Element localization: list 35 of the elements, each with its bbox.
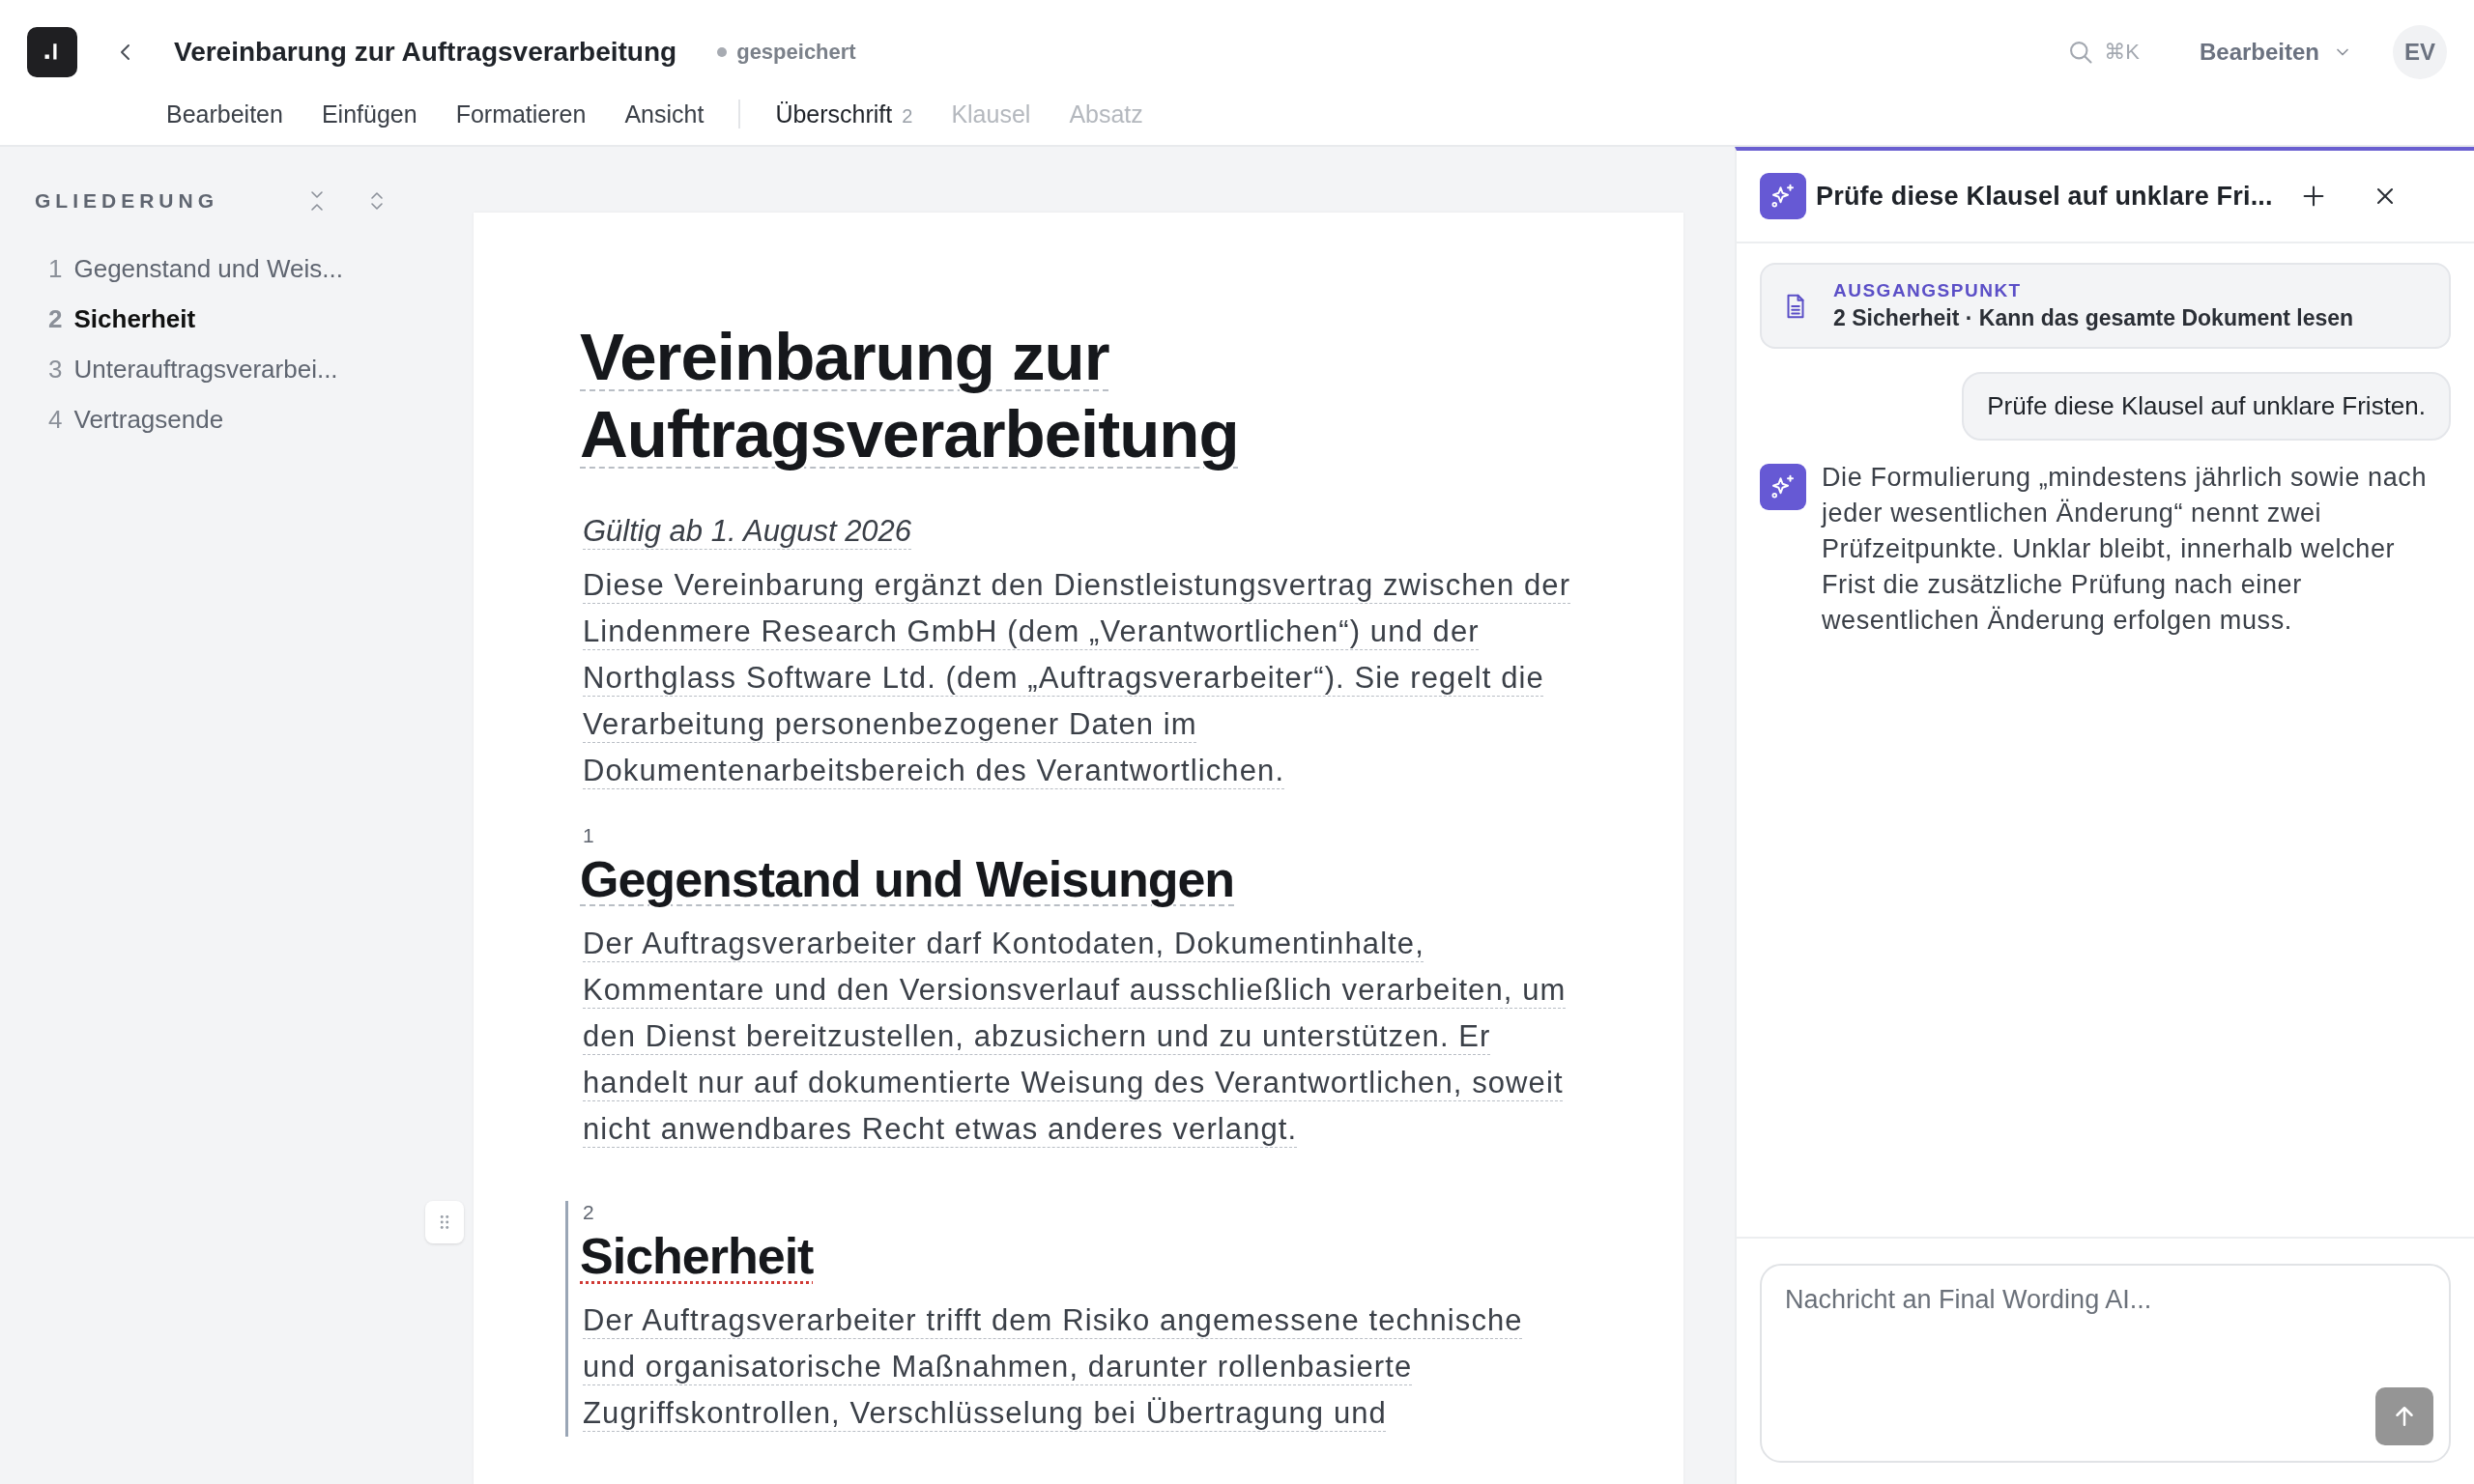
message-field[interactable]: Nachricht an Final Wording AI...	[1760, 1264, 2451, 1463]
section-heading: Gegenstand und Weisungen	[580, 850, 1236, 909]
section-number: 1	[583, 824, 595, 847]
save-status: gespeichert	[736, 40, 856, 65]
section-number: 2	[583, 1201, 595, 1224]
intro-paragraph: Diese Vereinbarung ergänzt den Dienstleistungsvertrag zwischen der Lindenmere Research GmbH (dem „Verantwortlichen“) und der Northglass Software Ltd. (dem „Auftragsverarbeiter“). Sie regelt die Verarbeitung personenbezogener Daten im Dokumentenarbeitsbereich des Verantwortlichen.	[583, 567, 1572, 789]
section-paragraph: Der Auftragsverarbeiter darf Kontodaten, Dokumentinhalte, Kommentare und den Versionsverlauf ausschließlich verarbeiten, um den Dienst bereitzustellen, abzusichern und zu unterstützen. Er handelt nur auf dokumentierte Weisung des Verantwortlichen, soweit nicht anwendbares Recht etwas anderes verlangt.	[583, 926, 1568, 1148]
menu-item[interactable]: Einfügen	[321, 100, 417, 128]
status-dot	[717, 47, 728, 57]
assistant-message: Die Formulierung „mindestens jährlich sowie nach jeder wesentlichen Änderung“ nennt zwei Prüfzeitpunkte. Unklar bleibt, innerhalb welcher Frist die zusätzliche Prüfung nach einer wesentlichen Änderung erfolgen muss.	[1822, 462, 2429, 637]
context-text: 2 Sicherheit · Kann das gesamte Dokument lesen	[1833, 305, 2354, 331]
menu-item[interactable]: Ansicht	[624, 100, 705, 128]
mode-dropdown[interactable]: Bearbeiten	[2193, 38, 2358, 67]
effective-date: Gültig ab 1. August 2026	[583, 514, 913, 549]
outline-item[interactable]: 3 Unterauftragsverarbei...	[48, 352, 387, 387]
document-heading: Vereinbarung zur Auftragsverarbeitung	[580, 319, 1240, 473]
section-heading: Sicherheit	[580, 1227, 815, 1286]
section-paragraph: Der Auftragsverarbeiter trifft dem Risiko angemessene technische und organisatorische Maßnahmen, darunter rollenbasierte Zugriffskontrollen, Verschlüsselung bei Übertragung und	[583, 1302, 1524, 1432]
menu-item[interactable]: Bearbeiten	[166, 100, 283, 128]
user-message: Prüfe diese Klausel auf unklare Fristen.	[1962, 372, 2451, 441]
outline-item[interactable]: 4 Vertragsende	[48, 402, 387, 438]
context-menu-item[interactable]: Überschrift 2	[775, 100, 913, 128]
document-title: Vereinbarung zur Auftragsverarbeitung	[174, 37, 677, 68]
outline-item[interactable]: 2 Sicherheit	[48, 301, 387, 337]
menu-item[interactable]: Formatieren	[455, 100, 587, 128]
count-label: 2	[902, 104, 913, 128]
drag-handle[interactable]	[425, 1201, 464, 1243]
user-avatar[interactable]: EV	[2393, 25, 2447, 79]
panel-title: Prüfe diese Klausel auf unklare Fri...	[1816, 181, 2273, 212]
outline-item[interactable]: 1 Gegenstand und Weis...	[48, 251, 387, 287]
context-label: AUSGANGSPUNKT	[1833, 280, 2023, 301]
shortcut-hint: ⌘K	[2104, 40, 2140, 65]
section-block[interactable]: 2 Sicherheit Der Auftragsverarbeiter trifft dem Risiko angemessene technische und organisatorische Maßnahmen, darunter rollenbasierte Zugriffskontrollen, Verschlüsselung bei Übertragung und	[565, 1201, 1577, 1437]
outline-title: GLIEDERUNG	[35, 189, 218, 213]
search-icon	[2067, 39, 2095, 66]
